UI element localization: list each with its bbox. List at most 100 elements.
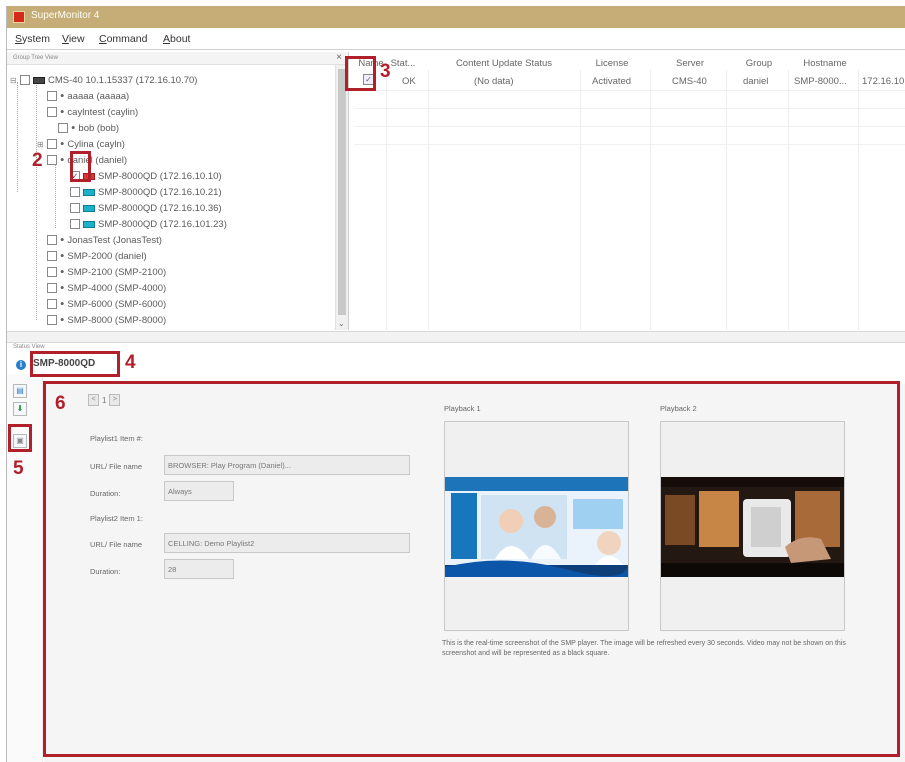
annotation-number-6: 6 [55,393,66,414]
tree-item-group[interactable]: ꔷ SMP-6000 (SMP-6000) [47,297,166,311]
menu-command[interactable]: Command [99,33,147,45]
tree-item-label: SMP-6000 (SMP-6000) [67,298,167,310]
download-icon[interactable]: ⬇ [13,402,27,416]
group-icon: ꔷ [60,106,65,117]
tree-item-label: SMP-8000 (SMP-8000) [67,314,167,326]
grid-line [788,70,789,330]
tree-item-label: bob (bob) [78,122,120,134]
annotation-number-2: 2 [32,150,43,171]
title-bar: SuperMonitor 4 [7,6,905,28]
column-header-status[interactable]: Stat... [388,58,418,69]
tree-item-label: caylntest (caylin) [67,106,139,118]
tree-checkbox[interactable] [47,283,57,293]
grid-line [354,144,905,145]
tree-item-group[interactable]: ⊞ ꔷ Cylina (cayln) [37,137,125,151]
menu-bar: System View Command About [7,28,905,50]
tree-item-label: SMP-8000QD (172.16.10.21) [98,186,222,198]
tree-item-group[interactable]: ꔷ JonasTest (JonasTest) [47,233,162,247]
group-icon: ꔷ [60,250,65,261]
tree-item-label: CMS-40 10.1.15337 (172.16.10.70) [48,74,198,86]
cell-group: daniel [743,76,769,87]
grid-line [354,108,905,109]
device-icon [83,188,95,196]
status-view-header: Status View [7,344,905,354]
grid-line [354,126,905,127]
tree-item-server[interactable]: ⊟ CMS-40 10.1.15337 (172.16.10.70) [10,73,197,87]
column-header-content-update[interactable]: Content Update Status [434,58,574,69]
group-icon: ꔷ [60,234,65,245]
tree-item-device[interactable]: SMP-8000QD (172.16.10.21) [70,185,222,199]
tree-scrollbar[interactable]: ⌄ [335,65,348,330]
menu-about[interactable]: About [163,33,190,45]
cell-hostname: SMP-8000... [794,76,847,87]
tree-checkbox[interactable] [47,315,57,325]
grid-line [428,70,429,330]
grid-line [386,70,387,330]
tree-item-group[interactable]: ꔷ SMP-8000 (SMP-8000) [47,313,166,327]
tree-item-group[interactable]: ꔷ SMP-2100 (SMP-2100) [47,265,166,279]
tree-item-group[interactable]: ꔷ caylntest (caylin) [47,105,138,119]
tree-item-device[interactable]: SMP-8000QD (172.16.101.23) [70,217,227,231]
group-icon: ꔷ [60,138,65,149]
tree-checkbox[interactable] [47,155,57,165]
menu-view[interactable]: View [62,33,85,45]
grid-line [858,70,859,330]
tree-checkbox[interactable] [47,299,57,309]
tree-checkbox[interactable] [47,91,57,101]
column-header-hostname[interactable]: Hostname [790,58,860,69]
collapse-icon[interactable]: ⊟ [10,76,18,85]
cell-ip: 172.16.10 [862,76,905,87]
tree-item-label: SMP-8000QD (172.16.10.10) [98,170,222,182]
annotation-number-5: 5 [13,458,24,479]
group-icon: ꔷ [60,282,65,293]
annotation-number-3: 3 [380,61,391,82]
annotation-box-2 [70,151,91,182]
annotation-box-6 [43,381,900,757]
tree-checkbox[interactable] [47,251,57,261]
tree-item-device[interactable]: SMP-8000QD (172.16.10.36) [70,201,222,215]
tree-item-group[interactable]: ꔷ SMP-4000 (SMP-4000) [47,281,166,295]
group-tree-header: Group Tree View × [7,52,348,65]
tree-connector [36,82,37,320]
tree-checkbox[interactable] [47,107,57,117]
tree-checkbox[interactable] [70,203,80,213]
tree-item-group[interactable]: ꔷ aaaaa (aaaaa) [47,89,129,103]
cell-content-update: (No data) [474,76,514,87]
group-icon: ꔷ [60,266,65,277]
column-header-license[interactable]: License [582,58,642,69]
document-icon[interactable]: ▤ [13,384,27,398]
panel-close-icon[interactable]: × [336,52,342,63]
expand-icon[interactable]: ⊞ [37,140,45,149]
column-header-group[interactable]: Group [732,58,786,69]
tree-item-label: SMP-2000 (daniel) [67,250,147,262]
cell-status: OK [402,76,416,87]
tree-item-group[interactable]: ꔷ bob (bob) [58,121,119,135]
group-icon: ꔷ [60,154,65,165]
grid-line [650,70,651,330]
tree-checkbox[interactable] [58,123,68,133]
menu-system[interactable]: System [15,33,50,45]
tree-checkbox[interactable] [47,235,57,245]
tree-item-label: aaaaa (aaaaa) [67,90,130,102]
tree-checkbox[interactable] [47,139,57,149]
tree-checkbox[interactable] [70,219,80,229]
group-tree-header-label: Group Tree View [13,55,58,61]
tree-item-label: SMP-4000 (SMP-4000) [67,282,167,294]
chevron-down-icon[interactable]: ⌄ [338,319,345,328]
grid-line [726,70,727,330]
tree-item-label: SMP-2100 (SMP-2100) [67,266,167,278]
annotation-box-5 [8,424,32,452]
column-header-server[interactable]: Server [660,58,720,69]
tree-item-device[interactable]: SMP-8000QD (172.16.10.10) [70,169,222,183]
cell-license: Activated [592,76,632,87]
tree-item-group[interactable]: ꔷ SMP-2000 (daniel) [47,249,147,263]
device-list-panel: Name Stat... Content Update Status Licen… [354,52,905,330]
tree-checkbox[interactable] [20,75,30,85]
grid-line [580,70,581,330]
scrollbar-thumb[interactable] [338,69,346,315]
tree-connector [55,162,56,228]
tree-checkbox[interactable] [47,267,57,277]
tree-connector [17,82,18,192]
tree-checkbox[interactable] [70,187,80,197]
pane-splitter[interactable] [7,331,905,343]
